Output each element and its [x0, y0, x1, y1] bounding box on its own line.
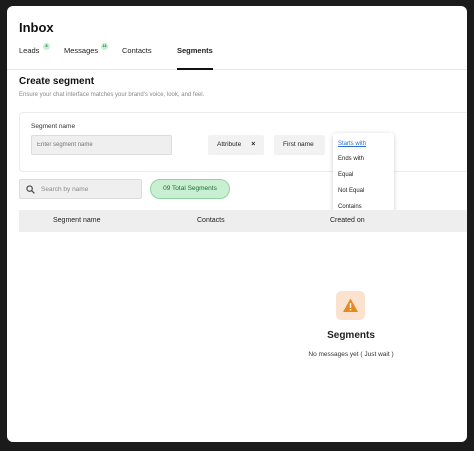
search-input[interactable]: Search by name: [19, 179, 142, 199]
tab-segments[interactable]: Segments: [177, 46, 213, 70]
attribute-chip-label: Attribute: [217, 141, 242, 148]
leads-count-badge: 8: [43, 43, 50, 50]
attribute-chip[interactable]: Attribute ×: [208, 135, 265, 155]
tab-leads-label: Leads: [19, 46, 40, 55]
field-chip[interactable]: First name: [274, 135, 325, 155]
tab-contacts-label: Contacts: [122, 46, 152, 55]
section-title: Create segment: [19, 76, 95, 87]
close-icon[interactable]: ×: [251, 141, 255, 148]
tab-contacts[interactable]: Contacts: [122, 46, 152, 70]
messages-count-badge: 13: [101, 43, 108, 50]
segment-name-input[interactable]: [31, 135, 172, 155]
empty-state-icon: [336, 291, 365, 320]
total-segments-badge[interactable]: 09 Total Segments: [150, 179, 230, 199]
search-icon: [26, 185, 35, 194]
tab-bar: Leads 8 Messages 13 Contacts Segments: [7, 43, 467, 70]
column-created-on[interactable]: Created on: [330, 217, 365, 224]
tab-segments-label: Segments: [177, 46, 213, 55]
tab-leads[interactable]: Leads 8: [19, 43, 50, 70]
tab-messages-label: Messages: [64, 46, 99, 55]
operator-option-equal[interactable]: Equal: [338, 172, 353, 178]
operator-dropdown: Starts with Ends with Equal Not Equal Co…: [333, 133, 394, 219]
warning-icon: [343, 298, 358, 312]
empty-state-title: Segments: [327, 330, 375, 341]
column-segment-name[interactable]: Segment name: [53, 217, 100, 224]
segment-name-label: Segment name: [31, 123, 76, 130]
section-subtitle: Ensure your chat interface matches your …: [19, 92, 205, 98]
search-placeholder: Search by name: [41, 186, 89, 193]
operator-option-not-equal[interactable]: Not Equal: [338, 188, 364, 194]
operator-option-ends-with[interactable]: Ends with: [338, 156, 364, 162]
empty-state-message: No messages yet ( Just wait ): [308, 351, 394, 358]
operator-option-starts-with[interactable]: Starts with: [338, 141, 366, 147]
field-chip-label: First name: [283, 141, 314, 148]
tab-messages[interactable]: Messages 13: [64, 43, 108, 70]
column-contacts[interactable]: Contacts: [197, 217, 225, 224]
app-window: Inbox Leads 8 Messages 13 Contacts Segme…: [7, 6, 467, 442]
page-title: Inbox: [19, 20, 54, 35]
table-header: Segment name Contacts Created on: [19, 210, 467, 232]
